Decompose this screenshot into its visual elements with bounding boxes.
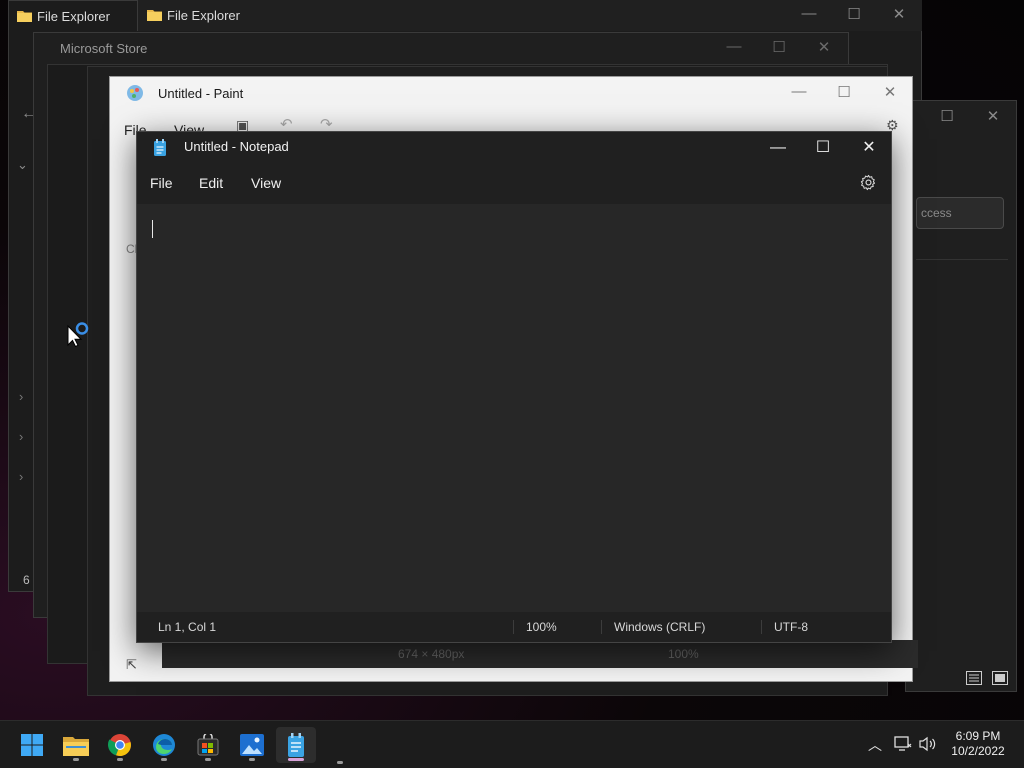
chevron-down-icon: ⌄ (17, 157, 28, 172)
text-editor[interactable] (137, 204, 891, 612)
clock[interactable]: 6:09 PM 10/2/2022 (946, 729, 1010, 759)
active-indicator (288, 758, 304, 761)
close-button[interactable]: ✕ (970, 107, 1016, 125)
chevron-right-icon: › (19, 469, 24, 484)
zoom-level: 100% (526, 620, 557, 634)
minimize-button[interactable]: — (786, 5, 832, 22)
file-explorer-window-2[interactable]: File Explorer — ☐ ✕ (137, 0, 922, 31)
start-icon[interactable] (12, 727, 52, 763)
running-indicator (249, 758, 255, 761)
running-indicator (337, 761, 343, 764)
maximize-button[interactable]: ☐ (821, 83, 867, 101)
menu-file[interactable]: File (150, 175, 173, 191)
text-cursor (152, 220, 153, 238)
status-bar: Ln 1, Col 1 100% Windows (CRLF) UTF-8 (137, 612, 891, 642)
window-title: File Explorer (37, 9, 110, 24)
close-button[interactable]: ✕ (846, 136, 891, 160)
close-button[interactable]: ✕ (876, 5, 922, 23)
running-indicator (117, 758, 123, 761)
settings-window[interactable]: ☐ ✕ ccess (905, 100, 1017, 692)
window-title: Untitled - Paint (158, 86, 244, 101)
encoding: UTF-8 (774, 620, 808, 634)
window-title: Microsoft Store (60, 41, 148, 56)
paint-icon (126, 84, 144, 105)
notepad-taskbar-icon[interactable] (276, 727, 316, 763)
chrome-icon[interactable] (100, 727, 140, 763)
chevron-right-icon: › (19, 389, 24, 404)
chevron-right-icon: › (19, 429, 24, 444)
maximize-button[interactable]: ☐ (800, 136, 846, 160)
paint-status-bar: 674 × 480px 100% (162, 640, 918, 668)
volume-icon[interactable] (919, 736, 937, 755)
line-ending: Windows (CRLF) (614, 620, 706, 634)
status-separator (761, 620, 762, 634)
list-view-icon[interactable] (966, 671, 982, 688)
minimize-button[interactable]: — (711, 38, 757, 55)
canvas-size-label: 674 × 480px (398, 647, 465, 661)
folder-icon (17, 9, 32, 22)
notepad-icon (153, 139, 167, 159)
title-bar[interactable]: Untitled - Notepad — ☐ ✕ (137, 132, 891, 164)
edge-icon[interactable] (144, 727, 184, 763)
divider (916, 259, 1008, 260)
window-title: Untitled - Notepad (184, 139, 289, 154)
status-separator (513, 620, 514, 634)
zoom-label: 100% (668, 647, 699, 661)
pointer-icon: ⇱ (126, 657, 137, 672)
notepad-window[interactable]: Untitled - Notepad — ☐ ✕ File Edit View … (136, 131, 892, 643)
file-explorer-icon[interactable] (56, 727, 96, 763)
folder-icon (147, 8, 162, 24)
menu-bar: File Edit View (137, 164, 891, 204)
minimize-button[interactable]: — (755, 136, 801, 160)
tiles-view-icon[interactable] (992, 671, 1008, 688)
cursor-position: Ln 1, Col 1 (158, 620, 217, 634)
taskbar: ︿ 6:09 PM 10/2/2022 (0, 720, 1024, 768)
minimize-button[interactable]: — (776, 83, 822, 100)
settings-gear-icon[interactable] (860, 174, 877, 194)
status-separator (601, 620, 602, 634)
network-icon[interactable] (894, 736, 912, 755)
maximize-button[interactable]: ☐ (924, 107, 970, 125)
busy-cursor-icon (67, 320, 93, 351)
window-title: File Explorer (167, 8, 240, 23)
photos-icon[interactable] (232, 727, 272, 763)
search-input[interactable]: ccess (916, 197, 1004, 229)
store-icon[interactable] (188, 727, 228, 763)
close-button[interactable]: ✕ (867, 83, 912, 101)
menu-view[interactable]: View (251, 175, 281, 191)
maximize-button[interactable]: ☐ (756, 38, 802, 56)
menu-edit[interactable]: Edit (199, 175, 223, 191)
running-indicator (73, 758, 79, 761)
running-indicator (161, 758, 167, 761)
clock-date: 10/2/2022 (951, 744, 1005, 758)
maximize-button[interactable]: ☐ (831, 5, 877, 23)
close-button[interactable]: ✕ (801, 38, 847, 56)
clock-time: 6:09 PM (955, 729, 1001, 743)
show-hidden-icons-chevron-icon[interactable]: ︿ (868, 735, 882, 755)
running-indicator (205, 758, 211, 761)
